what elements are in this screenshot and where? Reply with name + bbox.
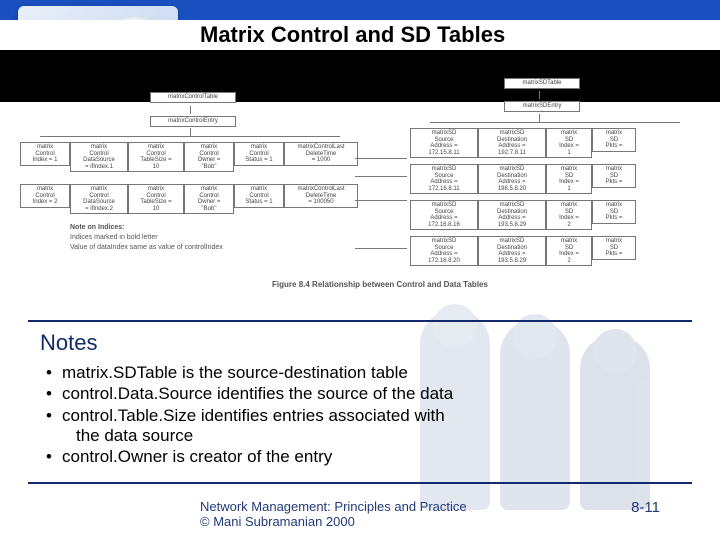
list-item: matrix.SDTable is the source-destination… bbox=[62, 362, 680, 383]
sd-r3-pkts: matrixSDPkts = bbox=[592, 200, 636, 224]
sd-r4-pkts: matrixSDPkts = bbox=[592, 236, 636, 260]
ctrl-r2-tablesize: matrixControlTableSize =10 bbox=[128, 184, 184, 214]
sd-r3-idx: matrixSDIndex =2 bbox=[546, 200, 592, 230]
divider-line bbox=[28, 482, 692, 484]
list-item: control.Table.Size identifies entries as… bbox=[62, 405, 680, 426]
sd-r2-src: matrixSDSourceAddress =172.16.8.11 bbox=[410, 164, 478, 194]
ctrl-r1-tablesize: matrixControlTableSize =10 bbox=[128, 142, 184, 172]
footer-line: Network Management: Principles and Pract… bbox=[200, 499, 467, 515]
label-matrixcontrolentry: matrixControlEntry bbox=[150, 116, 236, 127]
diagram-note-heading: Note on Indices: bbox=[70, 224, 270, 231]
connector-line bbox=[355, 176, 407, 177]
ctrl-r2-index: matrixControlIndex = 2 bbox=[20, 184, 70, 208]
divider-line bbox=[28, 320, 692, 322]
sd-r4-src: matrixSDSourceAddress =172.16.8.20 bbox=[410, 236, 478, 266]
sd-r1-idx: matrixSDIndex =1 bbox=[546, 128, 592, 158]
notes-list: matrix.SDTable is the source-destination… bbox=[40, 362, 680, 426]
list-item: control.Data.Source identifies the sourc… bbox=[62, 383, 680, 404]
sd-r1-src: matrixSDSourceAddress =172.15.8.11 bbox=[410, 128, 478, 158]
sd-r2-pkts: matrixSDPkts = bbox=[592, 164, 636, 188]
notes-section: Notes matrix.SDTable is the source-desti… bbox=[40, 330, 680, 467]
ctrl-r2-lastdelete: matrixControlLastDeleteTime= 100050 bbox=[284, 184, 358, 208]
list-item: control.Owner is creator of the entry bbox=[62, 446, 680, 467]
connector-line bbox=[355, 248, 407, 249]
page-title: Matrix Control and SD Tables bbox=[200, 22, 505, 48]
connector-line bbox=[430, 122, 680, 123]
sd-r4-idx: matrixSDIndex =2 bbox=[546, 236, 592, 266]
connector-line bbox=[190, 128, 191, 136]
connector-line bbox=[40, 136, 340, 137]
connector-line bbox=[539, 114, 540, 122]
sd-r1-dst: matrixSDDestinationAddress =192.7.8.11 bbox=[478, 128, 546, 158]
figure-diagram: matrixControlTable matrixControlEntry ma… bbox=[10, 104, 710, 304]
ctrl-r1-lastdelete: matrixControlLastDeleteTime= 1000 bbox=[284, 142, 358, 166]
title-strip: Matrix Control and SD Tables bbox=[0, 20, 720, 50]
sd-r3-src: matrixSDSourceAddress =172.16.8.16 bbox=[410, 200, 478, 230]
footer-credits: Network Management: Principles and Pract… bbox=[200, 499, 467, 530]
label-matrixsdentry: matrixSDEntry bbox=[504, 101, 580, 112]
connector-line bbox=[539, 91, 540, 99]
list-item-continuation: the data source bbox=[40, 426, 680, 446]
sd-r4-dst: matrixSDDestinationAddress =193.5.8.29 bbox=[478, 236, 546, 266]
ctrl-r1-index: matrixControlIndex = 1 bbox=[20, 142, 70, 166]
connector-line bbox=[190, 106, 191, 114]
connector-line bbox=[355, 158, 407, 159]
connector-line bbox=[355, 200, 407, 201]
ctrl-r1-datasource: matrixControlDataSource= ifIndex.1 bbox=[70, 142, 128, 172]
ctrl-r1-status: matrixControlStatus = 1 bbox=[234, 142, 284, 166]
notes-list: control.Owner is creator of the entry bbox=[40, 446, 680, 467]
label-matrixsdtable: matrixSDTable bbox=[504, 78, 580, 89]
footer: Network Management: Principles and Pract… bbox=[0, 499, 720, 530]
page-number: 8-11 bbox=[631, 499, 660, 516]
header-black-band bbox=[0, 50, 720, 102]
ctrl-r2-datasource: matrixControlDataSource= ifIndex.2 bbox=[70, 184, 128, 214]
ctrl-r2-status: matrixControlStatus = 1 bbox=[234, 184, 284, 208]
sd-r1-pkts: matrixSDPkts = bbox=[592, 128, 636, 152]
figure-caption: Figure 8.4 Relationship between Control … bbox=[210, 280, 550, 289]
ctrl-r1-owner: matrixControlOwner ="Bob" bbox=[184, 142, 234, 172]
sd-r2-dst: matrixSDDestinationAddress =198.5.8.20 bbox=[478, 164, 546, 194]
footer-line: © Mani Subramanian 2000 bbox=[200, 514, 467, 530]
diagram-note-line: Indices marked in bold letter bbox=[70, 234, 290, 241]
sd-r2-idx: matrixSDIndex =1 bbox=[546, 164, 592, 194]
notes-heading: Notes bbox=[40, 330, 680, 356]
sd-r3-dst: matrixSDDestinationAddress =193.5.8.29 bbox=[478, 200, 546, 230]
label-matrixcontroltable: matrixControlTable bbox=[150, 92, 236, 103]
ctrl-r2-owner: matrixControlOwner ="Bob" bbox=[184, 184, 234, 214]
diagram-note-line: Value of dataIndex same as value of cont… bbox=[70, 244, 330, 251]
